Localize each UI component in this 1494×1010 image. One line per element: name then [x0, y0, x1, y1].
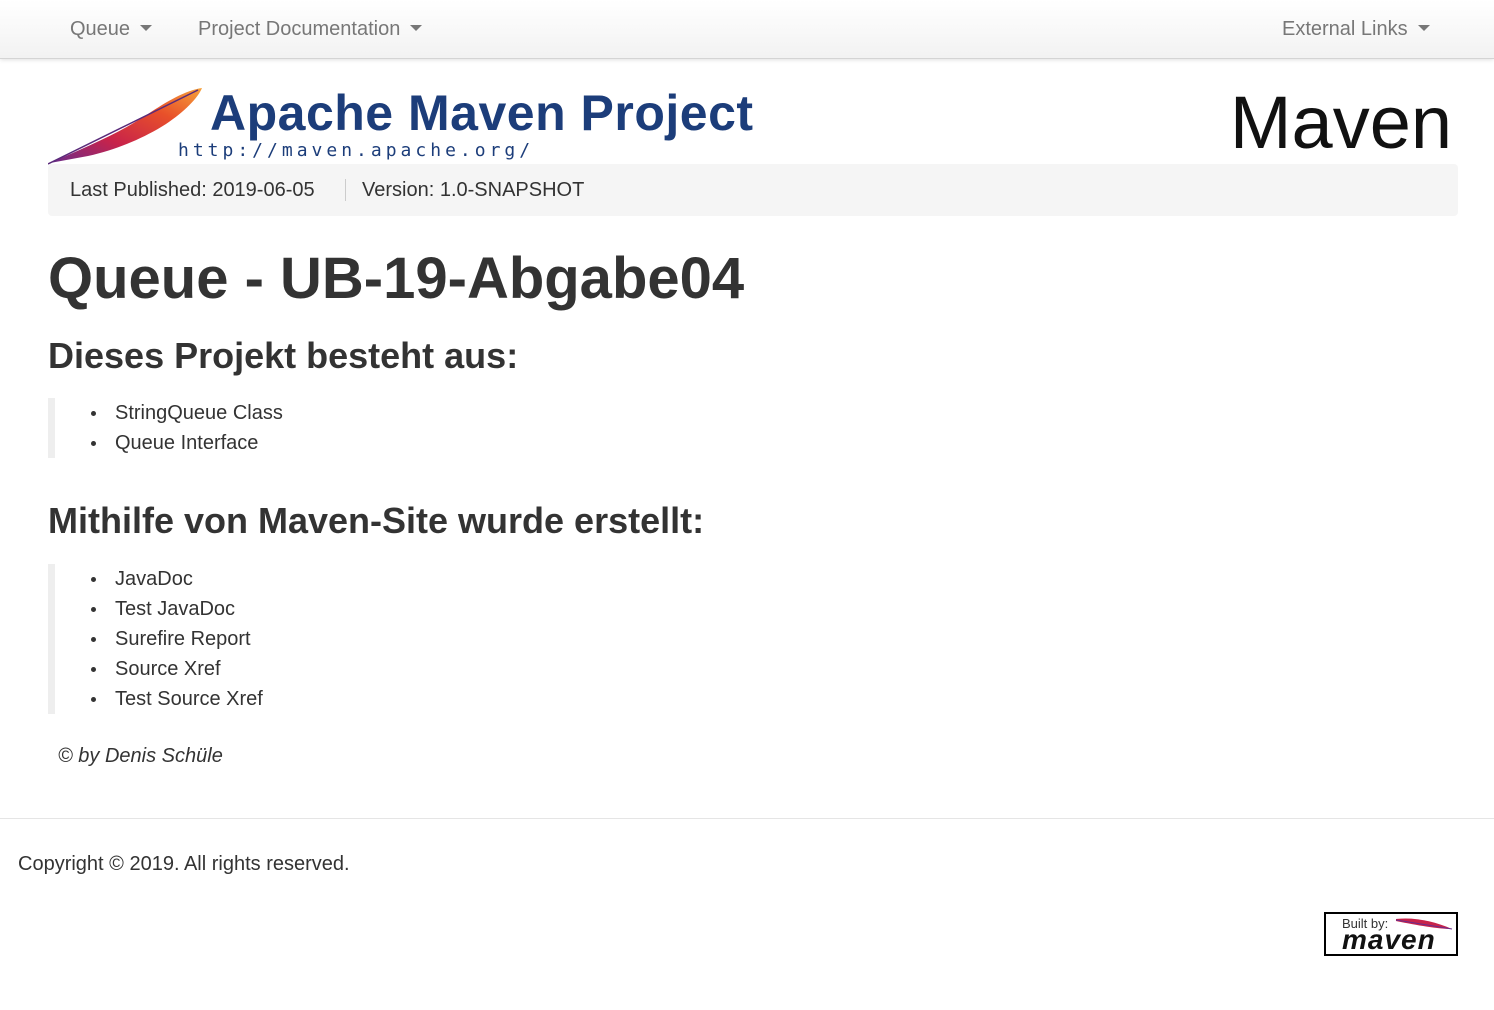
breadcrumb: Last Published: 2019-06-05 Version: 1.0-… [48, 164, 1458, 216]
generated-reports-blockquote: JavaDoc Test JavaDoc Surefire Report Sou… [48, 564, 263, 714]
copyright-text: Copyright © 2019. All rights reserved. [18, 853, 350, 875]
author-credit: © by Denis Schüle [58, 745, 223, 767]
list-item: Queue Interface [91, 428, 283, 458]
banner-title: Apache Maven Project [210, 85, 754, 141]
maven-logo[interactable]: Maven [1230, 80, 1452, 165]
caret-down-icon [410, 25, 423, 32]
banner-url: http://maven.apache.org/ [178, 140, 535, 161]
project-parts-blockquote: StringQueue Class Queue Interface [48, 398, 283, 458]
footer-divider [0, 818, 1494, 819]
caret-down-icon [1417, 25, 1430, 32]
list-item: Test Source Xref [91, 684, 263, 714]
list-item: Source Xref [91, 654, 263, 684]
built-by-maven-badge[interactable]: Built by: maven [1324, 912, 1458, 956]
built-by-maven-wordmark: maven [1342, 924, 1436, 955]
last-published-text: Last Published: 2019-06-05 [70, 179, 315, 201]
nav-external-links-dropdown[interactable]: External Links [1282, 0, 1430, 58]
section-heading-generated-reports: Mithilfe von Maven-Site wurde erstellt: [48, 500, 705, 541]
project-parts-list: StringQueue Class Queue Interface [55, 398, 283, 458]
nav-project-documentation-label: Project Documentation [198, 18, 401, 40]
nav-project-documentation-dropdown[interactable]: Project Documentation [198, 0, 423, 58]
nav-queue-label: Queue [70, 18, 131, 40]
section-heading-project-parts: Dieses Projekt besteht aus: [48, 335, 519, 376]
top-navbar: Queue Project Documentation External Lin… [0, 0, 1494, 59]
nav-queue-dropdown[interactable]: Queue [70, 0, 153, 58]
nav-external-links-label: External Links [1282, 18, 1408, 40]
generated-reports-list: JavaDoc Test JavaDoc Surefire Report Sou… [55, 564, 263, 714]
list-item: StringQueue Class [91, 398, 283, 428]
page-title: Queue - UB-19-Abgabe04 [48, 246, 745, 311]
apache-maven-project-banner[interactable]: Apache Maven Project http://maven.apache… [48, 84, 788, 166]
version-text: Version: 1.0-SNAPSHOT [362, 179, 585, 201]
list-item: Test JavaDoc [91, 594, 263, 624]
list-item: Surefire Report [91, 624, 263, 654]
caret-down-icon [140, 25, 153, 32]
breadcrumb-divider [345, 179, 346, 201]
list-item: JavaDoc [91, 564, 263, 594]
